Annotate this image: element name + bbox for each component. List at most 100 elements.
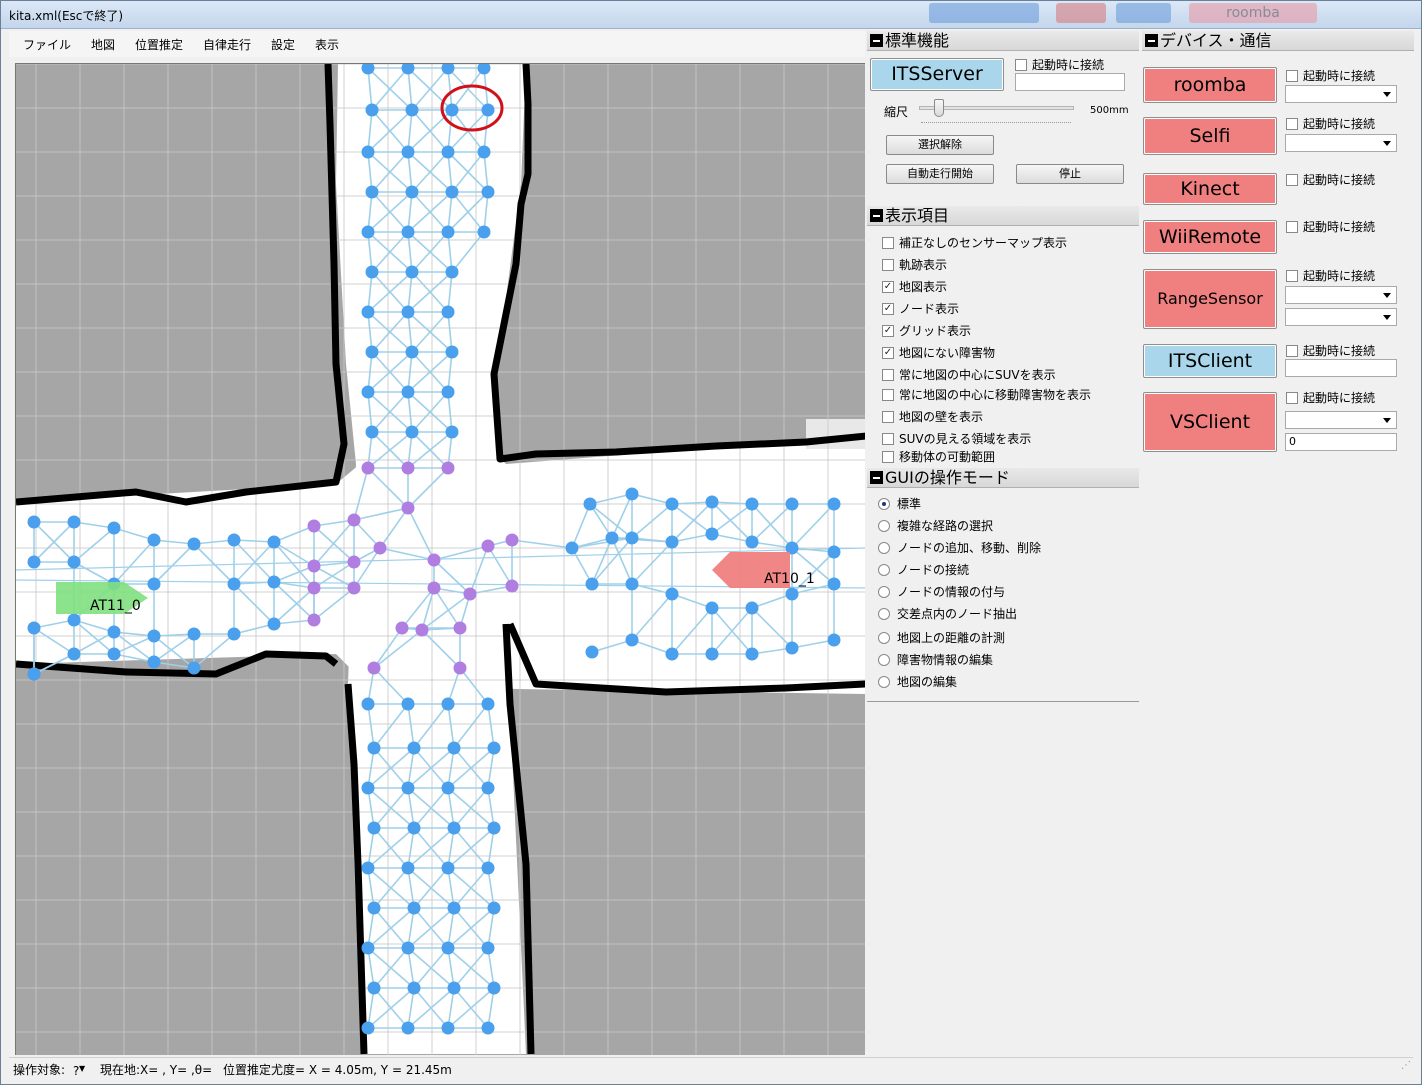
map-node[interactable] xyxy=(27,667,41,681)
device-text-input[interactable]: 0 xyxy=(1285,433,1397,451)
itsserver-button[interactable]: ITSServer xyxy=(870,58,1004,91)
map-node[interactable] xyxy=(585,577,599,591)
map-node[interactable] xyxy=(481,941,495,955)
checkbox-checked[interactable]: ✓ xyxy=(882,324,894,337)
checkbox-unchecked[interactable] xyxy=(1286,344,1298,357)
radio-selected[interactable] xyxy=(878,497,890,510)
map-node[interactable] xyxy=(147,533,161,547)
checkbox-unchecked[interactable] xyxy=(882,432,894,445)
device-connect-checkbox[interactable]: 起動時に接続 xyxy=(1286,115,1375,132)
map-node[interactable] xyxy=(405,265,419,279)
device-button-rangesensor[interactable]: RangeSensor xyxy=(1143,269,1277,329)
gui-mode-item[interactable]: 障害物情報の編集 xyxy=(878,651,993,668)
intersection-node[interactable] xyxy=(347,581,361,595)
device-port-select[interactable] xyxy=(1285,411,1397,429)
map-node[interactable] xyxy=(605,531,619,545)
map-node[interactable] xyxy=(147,577,161,591)
gui-mode-item[interactable]: 地図の編集 xyxy=(878,673,957,690)
map-node[interactable] xyxy=(481,185,495,199)
map-node[interactable] xyxy=(445,185,459,199)
map-node[interactable] xyxy=(665,647,679,661)
map-node[interactable] xyxy=(267,575,281,589)
map-node[interactable] xyxy=(445,265,459,279)
map-node[interactable] xyxy=(445,425,459,439)
map-node[interactable] xyxy=(487,901,501,915)
checkbox-unchecked[interactable] xyxy=(1286,269,1298,282)
map-node[interactable] xyxy=(365,265,379,279)
checkbox-unchecked[interactable] xyxy=(882,236,894,249)
display-item[interactable]: 地図の壁を表示 xyxy=(882,408,983,425)
map-node[interactable] xyxy=(441,941,455,955)
device-button-roomba[interactable]: roomba xyxy=(1143,67,1277,103)
map-canvas[interactable]: AT11_0 AT10_1 xyxy=(15,63,865,1055)
map-node[interactable] xyxy=(441,1021,455,1035)
intersection-node[interactable] xyxy=(441,461,455,475)
map-node[interactable] xyxy=(481,697,495,711)
checkbox-unchecked[interactable] xyxy=(882,388,894,401)
display-item[interactable]: SUVの見える領域を表示 xyxy=(882,430,1031,447)
map-node[interactable] xyxy=(583,497,597,511)
map-node[interactable] xyxy=(447,741,461,755)
map-node[interactable] xyxy=(487,741,501,755)
map-node[interactable] xyxy=(187,537,201,551)
display-item[interactable]: 軌跡表示 xyxy=(882,256,947,273)
map-node[interactable] xyxy=(367,901,381,915)
map-node[interactable] xyxy=(67,555,81,569)
gui-mode-item[interactable]: ノードの情報の付与 xyxy=(878,583,1005,600)
map-node[interactable] xyxy=(147,629,161,643)
display-item[interactable]: 常に地図の中心に移動障害物を表示 xyxy=(882,386,1091,403)
map-node[interactable] xyxy=(827,633,841,647)
map-node[interactable] xyxy=(27,555,41,569)
map-svg[interactable]: AT11_0 AT10_1 xyxy=(16,64,865,1055)
map-node[interactable] xyxy=(227,627,241,641)
intersection-node[interactable] xyxy=(415,623,429,637)
map-node[interactable] xyxy=(401,225,415,239)
gui-mode-item[interactable]: ノードの接続 xyxy=(878,561,969,578)
map-node[interactable] xyxy=(481,1021,495,1035)
display-item[interactable]: ✓ 地図にない障害物 xyxy=(882,344,995,361)
display-item[interactable]: ✓ グリッド表示 xyxy=(882,322,971,339)
map-node[interactable] xyxy=(147,655,161,669)
device-port-select[interactable] xyxy=(1285,134,1397,152)
device-connect-checkbox[interactable]: 起動時に接続 xyxy=(1286,342,1375,359)
map-node[interactable] xyxy=(361,1021,375,1035)
map-node[interactable] xyxy=(487,981,501,995)
checkbox-unchecked[interactable] xyxy=(882,258,894,271)
intersection-node[interactable] xyxy=(373,541,387,555)
map-node[interactable] xyxy=(401,861,415,875)
intersection-node[interactable] xyxy=(463,587,477,601)
map-node[interactable] xyxy=(441,145,455,159)
map-node[interactable] xyxy=(401,385,415,399)
display-item[interactable]: 補正なしのセンサーマップ表示 xyxy=(882,234,1067,251)
radio-unselected[interactable] xyxy=(878,607,890,620)
map-node[interactable] xyxy=(361,385,375,399)
intersection-node[interactable] xyxy=(395,621,409,635)
map-node[interactable] xyxy=(445,345,459,359)
map-node[interactable] xyxy=(785,497,799,511)
map-node[interactable] xyxy=(745,601,759,615)
map-node[interactable] xyxy=(365,425,379,439)
map-node[interactable] xyxy=(441,697,455,711)
device-port-select[interactable] xyxy=(1285,308,1397,326)
itsserver-address-input[interactable] xyxy=(1015,73,1125,91)
checkbox-unchecked[interactable] xyxy=(882,368,894,381)
map-node[interactable] xyxy=(477,225,491,239)
stop-button[interactable]: 停止 xyxy=(1016,164,1124,184)
map-node[interactable] xyxy=(785,641,799,655)
radio-unselected[interactable] xyxy=(878,653,890,666)
map-node[interactable] xyxy=(827,497,841,511)
map-node[interactable] xyxy=(447,821,461,835)
map-node[interactable] xyxy=(27,621,41,635)
radio-unselected[interactable] xyxy=(878,585,890,598)
map-node[interactable] xyxy=(401,697,415,711)
intersection-node[interactable] xyxy=(427,581,441,595)
map-node[interactable] xyxy=(745,535,759,549)
map-node[interactable] xyxy=(187,661,201,675)
device-connect-checkbox[interactable]: 起動時に接続 xyxy=(1286,267,1375,284)
map-node[interactable] xyxy=(27,515,41,529)
map-node[interactable] xyxy=(665,497,679,511)
device-button-wiiremote[interactable]: WiiRemote xyxy=(1143,220,1277,254)
checkbox-unchecked[interactable] xyxy=(1286,220,1298,233)
gui-mode-item[interactable]: 交差点内のノード抽出 xyxy=(878,605,1017,622)
gui-mode-item[interactable]: 地図上の距離の計測 xyxy=(878,629,1005,646)
